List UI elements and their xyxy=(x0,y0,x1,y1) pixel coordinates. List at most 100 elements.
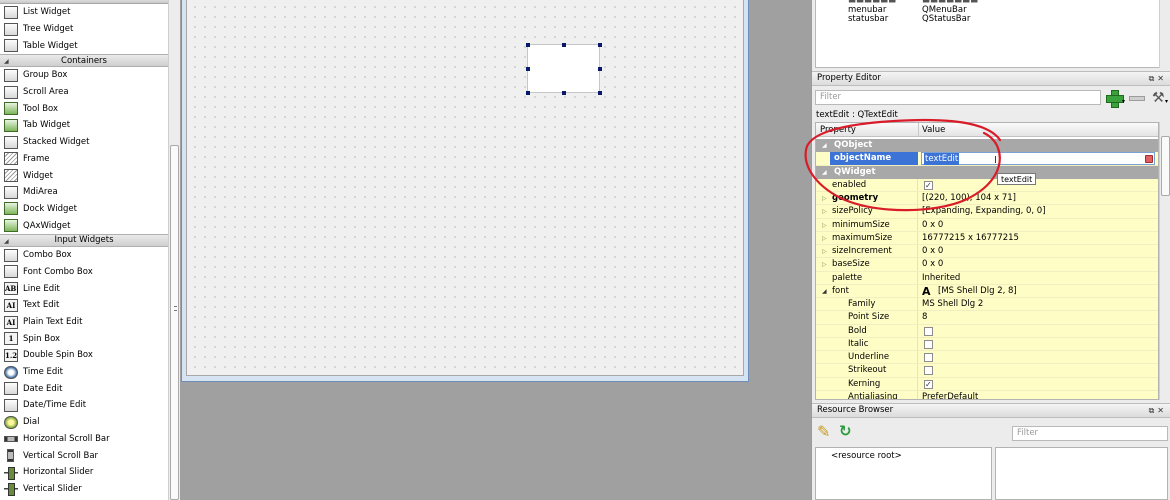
property-value[interactable]: 8 xyxy=(922,311,927,324)
widget-box-scrollbar[interactable] xyxy=(168,0,180,500)
float-icon[interactable]: ⧉ xyxy=(1149,406,1158,415)
category-input-widgets[interactable]: ◢ Input Widgets xyxy=(0,233,168,247)
property-checkbox[interactable] xyxy=(924,378,933,391)
resize-handle[interactable] xyxy=(526,91,530,95)
add-dynamic-property-icon[interactable] xyxy=(1105,89,1124,108)
property-row-kerning[interactable]: Kerning xyxy=(816,377,1158,391)
property-editor-title-bar[interactable]: Property Editor ⧉✕ xyxy=(812,71,1170,86)
scrollbar-thumb[interactable] xyxy=(170,145,179,500)
close-icon[interactable]: ✕ xyxy=(1157,406,1167,415)
widget-item-qax-widget[interactable]: QAxWidget xyxy=(0,217,168,234)
widget-item-group-box[interactable]: Group Box xyxy=(0,67,168,84)
property-row-objectname[interactable]: objectName textEdit xyxy=(816,152,1158,166)
property-value[interactable]: [Expanding, Expanding, 0, 0] xyxy=(922,205,1046,218)
property-row-enabled[interactable]: enabled xyxy=(816,178,1158,193)
property-row-qwidget[interactable]: ◢ QWidget xyxy=(816,165,1158,179)
object-name-input[interactable]: textEdit xyxy=(921,152,1155,166)
property-checkbox[interactable] xyxy=(924,326,933,336)
widget-item-horizontal-scroll-bar[interactable]: Horizontal Scroll Bar xyxy=(0,430,168,448)
expand-arrow-icon[interactable]: ▷ xyxy=(822,192,827,205)
resize-handle[interactable] xyxy=(598,91,602,95)
property-row-font[interactable]: ◢ font A [MS Shell Dlg 2, 8] xyxy=(816,284,1158,299)
property-row-palette[interactable]: palette Inherited xyxy=(816,271,1158,285)
widget-item-table-widget[interactable]: Table Widget xyxy=(0,37,168,55)
expand-arrow-icon[interactable]: ▷ xyxy=(822,232,827,245)
property-value[interactable]: 16777215 x 16777215 xyxy=(922,232,1019,245)
widget-item-vertical-slider[interactable]: Vertical Slider xyxy=(0,480,168,498)
scrollbar-thumb[interactable] xyxy=(1161,136,1170,196)
widget-item-tree-widget[interactable]: Tree Widget xyxy=(0,20,168,38)
property-row-italic[interactable]: Italic xyxy=(816,337,1158,352)
reload-icon[interactable]: ↻ xyxy=(839,422,852,440)
expand-arrow-icon[interactable]: ▷ xyxy=(822,245,827,258)
resource-browser-title-bar[interactable]: Resource Browser ⧉✕ xyxy=(812,403,1170,418)
widget-item-line-edit[interactable]: AB| Line Edit xyxy=(0,280,168,297)
widget-item-time-edit[interactable]: Time Edit xyxy=(0,363,168,381)
widget-item-plain-text-edit[interactable]: AI Plain Text Edit xyxy=(0,313,168,331)
widget-item-vertical-scroll-bar[interactable]: Vertical Scroll Bar xyxy=(0,447,168,464)
dropdown-arrow-icon[interactable]: ▾ xyxy=(1122,98,1125,105)
property-value[interactable]: MS Shell Dlg 2 xyxy=(922,298,983,311)
widget-item-dock-widget[interactable]: Dock Widget xyxy=(0,200,168,218)
widget-item-list-widget[interactable]: List Widget xyxy=(0,4,168,21)
remove-property-icon[interactable] xyxy=(1129,96,1145,101)
widget-item-mdi-area[interactable]: MdiArea xyxy=(0,183,168,201)
property-row-basesize[interactable]: ▷ baseSize 0 x 0 xyxy=(816,258,1158,272)
dropdown-arrow-icon[interactable]: ▾ xyxy=(1165,98,1168,105)
widget-item-date-edit[interactable]: Date Edit xyxy=(0,380,168,398)
resource-root-item[interactable]: <resource root> xyxy=(831,451,902,461)
form-canvas[interactable] xyxy=(186,0,744,376)
resize-handle[interactable] xyxy=(562,91,566,95)
resize-handle[interactable] xyxy=(598,43,602,47)
configure-wrench-icon[interactable]: ⚒ xyxy=(1152,90,1166,106)
property-value[interactable]: [(220, 100), 104 x 71] xyxy=(922,192,1016,205)
property-table-scrollbar[interactable] xyxy=(1159,122,1170,400)
collapse-triangle-icon[interactable]: ◢ xyxy=(822,285,827,298)
expand-arrow-icon[interactable]: ▷ xyxy=(822,258,827,271)
property-value[interactable]: [MS Shell Dlg 2, 8] xyxy=(938,285,1017,298)
property-filter-input[interactable]: Filter xyxy=(815,90,1101,105)
property-row-underline[interactable]: Underline xyxy=(816,351,1158,365)
property-row-sizepolicy[interactable]: ▷ sizePolicy [Expanding, Expanding, 0, 0] xyxy=(816,205,1158,219)
collapse-triangle-icon[interactable]: ◢ xyxy=(822,166,827,179)
property-value[interactable]: 0 x 0 xyxy=(922,245,943,258)
property-row-geometry[interactable]: ▷ geometry [(220, 100), 104 x 71] xyxy=(816,192,1158,206)
widget-item-double-spin-box[interactable]: 1.2 Double Spin Box xyxy=(0,347,168,364)
widget-item-dial[interactable]: Dial xyxy=(0,413,168,431)
property-row-strikeout[interactable]: Strikeout xyxy=(816,364,1158,378)
collapse-triangle-icon[interactable]: ◢ xyxy=(822,139,827,152)
widget-item-tool-box[interactable]: Tool Box xyxy=(0,100,168,118)
widget-item-tab-widget[interactable]: Tab Widget xyxy=(0,117,168,134)
widget-item-frame[interactable]: Frame xyxy=(0,150,168,168)
property-row-minimumsize[interactable]: ▷ minimumSize 0 x 0 xyxy=(816,218,1158,232)
widget-item-combo-box[interactable]: Combo Box xyxy=(0,246,168,264)
property-checkbox[interactable] xyxy=(924,366,933,376)
widget-item-font-combo-box[interactable]: Font Combo Box xyxy=(0,263,168,281)
expand-arrow-icon[interactable]: ▷ xyxy=(822,219,827,232)
resource-filter-input[interactable]: Filter xyxy=(1012,426,1168,441)
resize-handle[interactable] xyxy=(562,43,566,47)
float-icon[interactable]: ⧉ xyxy=(1149,74,1158,83)
property-row-bold[interactable]: Bold xyxy=(816,324,1158,338)
reset-property-icon[interactable] xyxy=(1145,155,1153,164)
property-row-antialiasing[interactable]: Antialiasing PreferDefault xyxy=(816,390,1158,399)
resize-handle[interactable] xyxy=(526,67,530,71)
resize-handle[interactable] xyxy=(526,43,530,47)
property-row-maximumsize[interactable]: ▷ maximumSize 16777215 x 16777215 xyxy=(816,231,1158,246)
property-value[interactable]: Inherited xyxy=(922,272,960,285)
widget-item-scroll-area[interactable]: Scroll Area xyxy=(0,83,168,101)
category-containers[interactable]: ◢ Containers xyxy=(0,54,168,68)
property-row-point-size[interactable]: Point Size 8 xyxy=(816,311,1158,325)
property-row-sizeincrement[interactable]: ▷ sizeIncrement 0 x 0 xyxy=(816,245,1158,259)
close-icon[interactable]: ✕ xyxy=(1157,74,1167,83)
object-row-statusbar[interactable]: statusbar QStatusBar xyxy=(816,14,1167,24)
column-header-value[interactable]: Value xyxy=(922,125,945,135)
property-value[interactable]: PreferDefault xyxy=(922,391,978,399)
widget-item-widget[interactable]: Widget xyxy=(0,167,168,184)
property-value[interactable]: 0 x 0 xyxy=(922,219,943,232)
widget-item-date-time-edit[interactable]: Date/Time Edit xyxy=(0,397,168,414)
expand-arrow-icon[interactable]: ▷ xyxy=(822,205,827,218)
resize-handle[interactable] xyxy=(598,67,602,71)
text-edit-widget[interactable] xyxy=(526,43,602,95)
widget-item-text-edit[interactable]: AI Text Edit xyxy=(0,297,168,314)
